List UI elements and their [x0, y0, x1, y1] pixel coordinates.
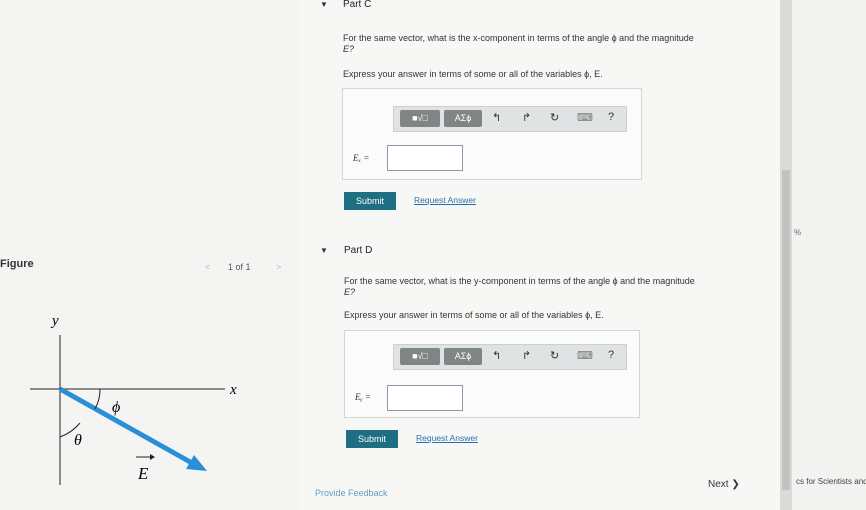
- x-axis-label: x: [229, 382, 237, 398]
- undo-icon[interactable]: ↰: [492, 349, 501, 362]
- part-c-question-line1: For the same vector, what is the x-compo…: [343, 33, 694, 43]
- part-c-instruction: Express your answer in terms of some or …: [343, 69, 603, 79]
- part-d-answer-input[interactable]: [387, 385, 463, 411]
- book-title-text: cs for Scientists and: [796, 477, 866, 486]
- phi-label: ϕ: [112, 399, 120, 416]
- part-c-title: Part C: [343, 0, 372, 10]
- part-d-answer-box: ■√□ AΣϕ ↰ ↱ ↻ ⌨ ? Eᵧ =: [344, 330, 640, 418]
- figure-heading: Figure: [0, 258, 34, 270]
- keyboard-icon[interactable]: ⌨: [577, 349, 593, 362]
- chevron-left-icon[interactable]: <: [205, 262, 210, 272]
- redo-icon[interactable]: ↱: [522, 349, 531, 362]
- part-d-variable-label: Eᵧ =: [355, 392, 371, 402]
- main-content: ▼ Part C For the same vector, what is th…: [300, 0, 790, 510]
- collapse-triangle-icon[interactable]: ▼: [320, 246, 328, 255]
- part-c-math-toolbar: ■√□ AΣϕ ↰ ↱ ↻ ⌨ ?: [393, 106, 627, 132]
- theta-label: θ: [74, 432, 82, 449]
- part-d-question-line1: For the same vector, what is the y-compo…: [344, 276, 695, 286]
- right-side-strip: % cs for Scientists and: [792, 0, 866, 510]
- percent-label: %: [794, 228, 802, 237]
- redo-icon[interactable]: ↱: [522, 111, 531, 124]
- part-c-variable-label: Eₓ =: [353, 153, 370, 163]
- provide-feedback-link[interactable]: Provide Feedback: [315, 488, 388, 498]
- e-vector-arrow-tip: [150, 454, 155, 460]
- greek-symbols-button[interactable]: AΣϕ: [444, 348, 482, 365]
- vector-e-line: [58, 386, 194, 466]
- keyboard-icon[interactable]: ⌨: [577, 111, 593, 124]
- phi-arc: [94, 388, 101, 410]
- undo-icon[interactable]: ↰: [492, 111, 501, 124]
- reset-icon[interactable]: ↻: [550, 349, 559, 362]
- part-c-question-line2: E?: [343, 44, 355, 54]
- chevron-right-icon[interactable]: >: [276, 262, 281, 272]
- part-c-submit-button[interactable]: Submit: [344, 192, 396, 210]
- vector-diagram: y x ϕ θ E: [30, 313, 237, 485]
- part-d-math-toolbar: ■√□ AΣϕ ↰ ↱ ↻ ⌨ ?: [393, 344, 627, 370]
- scrollbar-thumb[interactable]: [782, 170, 790, 490]
- part-d-question-line2: E?: [344, 287, 356, 297]
- part-c-answer-input[interactable]: [387, 145, 463, 171]
- part-d-submit-button[interactable]: Submit: [346, 430, 398, 448]
- reset-icon[interactable]: ↻: [550, 111, 559, 124]
- template-button[interactable]: ■√□: [400, 348, 440, 365]
- part-d-request-answer-link[interactable]: Request Answer: [416, 433, 478, 443]
- part-c-request-answer-link[interactable]: Request Answer: [414, 195, 476, 205]
- scrollbar[interactable]: [780, 0, 792, 510]
- part-c-answer-box: ■√□ AΣϕ ↰ ↱ ↻ ⌨ ? Eₓ =: [342, 88, 642, 180]
- next-button[interactable]: Next ❯: [708, 479, 740, 490]
- help-icon[interactable]: ?: [608, 349, 614, 361]
- collapse-triangle-icon[interactable]: ▼: [320, 0, 328, 9]
- template-button[interactable]: ■√□: [400, 110, 440, 127]
- figure-pane: Figure < 1 of 1 > y x ϕ θ E: [0, 0, 300, 510]
- part-d-instruction: Express your answer in terms of some or …: [344, 310, 604, 320]
- y-axis-label: y: [50, 313, 59, 329]
- figure-pager: 1 of 1: [228, 262, 251, 272]
- e-vector-label: E: [137, 464, 149, 483]
- part-d-title: Part D: [344, 245, 373, 256]
- greek-symbols-button[interactable]: AΣϕ: [444, 110, 482, 127]
- help-icon[interactable]: ?: [608, 111, 614, 123]
